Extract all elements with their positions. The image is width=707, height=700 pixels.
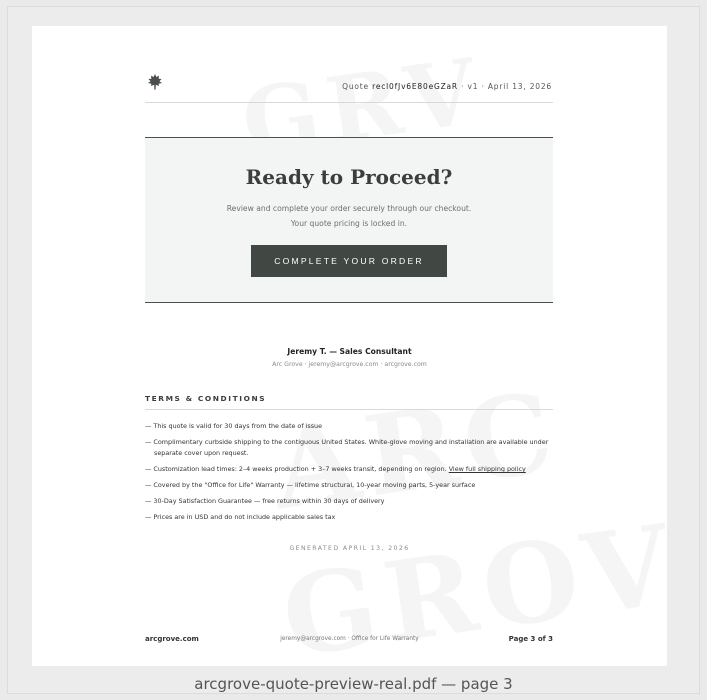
terms-item: — Prices are in USD and do not include a… bbox=[145, 513, 336, 521]
leaf-logo-icon bbox=[148, 74, 162, 90]
consultant-name: Jeremy T. — Sales Consultant bbox=[287, 347, 412, 356]
terms-item: — 30-Day Satisfaction Guarantee — free r… bbox=[145, 497, 385, 505]
pdf-viewer-frame: GRV ARC GROV Quote recl0fJv6E80eGZaR · v… bbox=[7, 6, 700, 694]
quote-id: recl0fJv6E80eGZaR bbox=[372, 82, 458, 91]
pdf-page: GRV ARC GROV Quote recl0fJv6E80eGZaR · v… bbox=[32, 26, 667, 666]
cta-line-1: Review and complete your order securely … bbox=[226, 204, 472, 213]
terms-list: — This quote is valid for 30 days from t… bbox=[145, 421, 557, 528]
cta-description: Review and complete your order securely … bbox=[145, 201, 553, 231]
quote-label: Quote bbox=[342, 82, 369, 91]
proceed-panel: Ready to Proceed? Review and complete yo… bbox=[145, 137, 553, 303]
header-divider bbox=[145, 102, 553, 103]
consultant-contact: Arc Grove · jeremy@arcgrove.com · arcgro… bbox=[272, 361, 427, 368]
file-caption: arcgrove-quote-preview-real.pdf — page 3 bbox=[194, 675, 513, 693]
quote-meta: Quote recl0fJv6E80eGZaR · v1 · April 13,… bbox=[342, 82, 552, 91]
page-number: Page 3 of 3 bbox=[508, 635, 553, 643]
terms-item-text: — Customization lead times: 2–4 weeks pr… bbox=[145, 465, 447, 473]
footer-contact: jeremy@arcgrove.com · Office for Life Wa… bbox=[280, 636, 419, 642]
shipping-policy-link[interactable]: View full shipping policy bbox=[449, 465, 526, 473]
terms-divider bbox=[145, 409, 553, 410]
quote-date: April 13, 2026 bbox=[487, 82, 552, 91]
terms-item: — Customization lead times: 2–4 weeks pr… bbox=[145, 464, 557, 475]
complete-order-button[interactable]: COMPLETE YOUR ORDER bbox=[251, 245, 447, 277]
cta-line-2: Your quote pricing is locked in. bbox=[290, 219, 408, 228]
separator: · bbox=[481, 82, 485, 91]
terms-heading: TERMS & CONDITIONS bbox=[145, 394, 267, 403]
generated-date: GENERATED APRIL 13, 2026 bbox=[289, 545, 410, 552]
quote-version: v1 bbox=[467, 82, 479, 91]
terms-item: — Covered by the "Office for Life" Warra… bbox=[145, 481, 476, 489]
separator: · bbox=[461, 82, 465, 91]
terms-item: — Complimentary curbside shipping to the… bbox=[145, 438, 549, 457]
cta-title: Ready to Proceed? bbox=[245, 165, 453, 189]
terms-item: — This quote is valid for 30 days from t… bbox=[145, 422, 323, 430]
